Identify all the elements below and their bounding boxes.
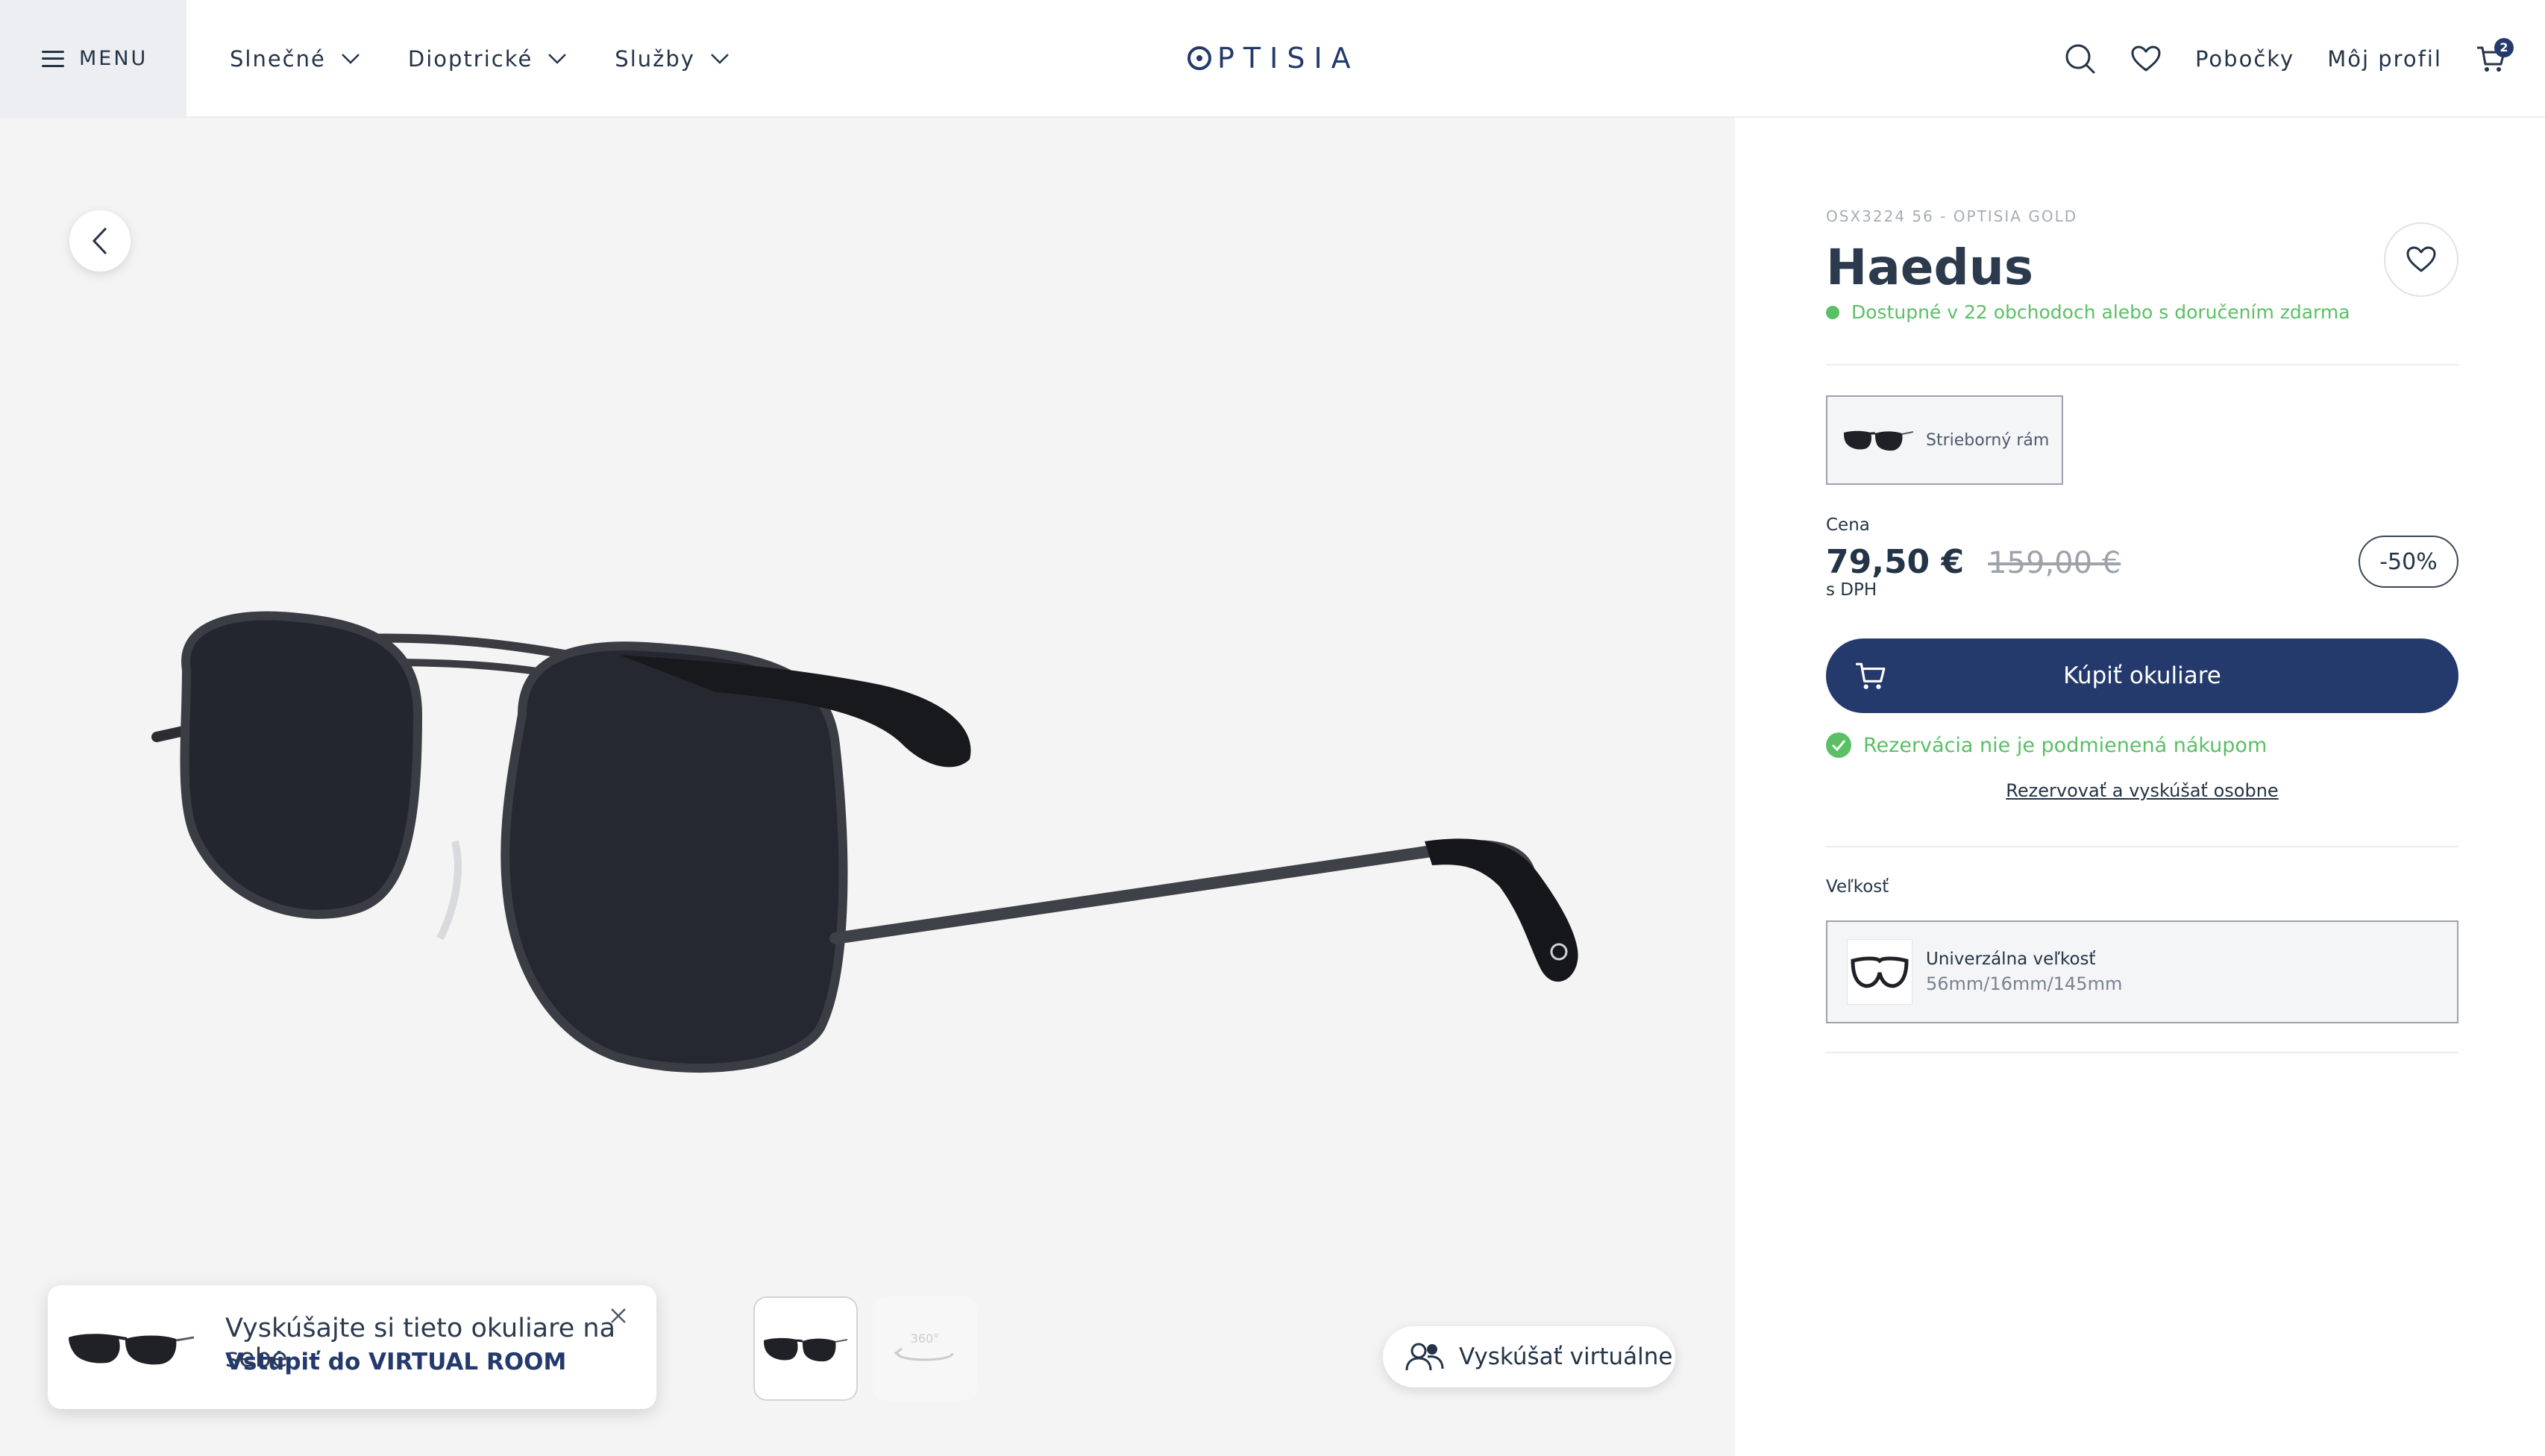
- people-icon: [1405, 1343, 1444, 1371]
- nav-item-slnecne[interactable]: Slnečné: [230, 46, 360, 72]
- nav-label: Služby: [615, 46, 695, 72]
- nav-item-sluzby[interactable]: Služby: [615, 46, 729, 72]
- add-to-wishlist-button[interactable]: [2384, 222, 2458, 297]
- search-icon: [2065, 44, 2095, 73]
- site-header: MENU Slnečné Dioptrické Služby PTISIA Po…: [0, 0, 2545, 118]
- chevron-down-icon: [711, 53, 729, 64]
- profile-link[interactable]: Môj profil: [2327, 46, 2442, 72]
- current-price: 79,50 €: [1826, 543, 1965, 581]
- product-details-panel: OSX3224 56 - OPTISIA GOLD Haedus Dostupn…: [1735, 118, 2545, 1456]
- glasses-thumbnail: [69, 1334, 195, 1365]
- color-variant-option[interactable]: Strieborný rám: [1826, 395, 2063, 485]
- chevron-down-icon: [341, 53, 360, 64]
- divider: [1826, 1052, 2458, 1053]
- divider: [1826, 846, 2458, 847]
- availability-text: Dostupné v 22 obchodoch alebo s doručení…: [1851, 301, 2350, 323]
- gallery-thumbnails: 360°: [753, 1296, 977, 1401]
- nav-label: Dioptrické: [407, 46, 533, 72]
- buy-button-label: Kúpiť okuliare: [2063, 662, 2221, 689]
- rotate-360-icon: 360°: [894, 1331, 954, 1361]
- heart-icon: [2131, 46, 2161, 71]
- original-price: 159,00 €: [1988, 546, 2121, 580]
- chevron-left-icon: [92, 227, 107, 255]
- search-button[interactable]: [2064, 43, 2097, 75]
- availability-dot-icon: [1826, 305, 1839, 319]
- availability-status: Dostupné v 22 obchodoch alebo s doručení…: [1826, 301, 2350, 323]
- logo-o-mark: [1187, 46, 1211, 70]
- branches-link[interactable]: Pobočky: [2195, 46, 2294, 72]
- price-label: Cena: [1826, 515, 1870, 535]
- product-gallery: Vyskúšajte si tieto okuliare na sebe Vst…: [0, 118, 1735, 1456]
- hamburger-icon: [42, 50, 64, 67]
- thumbnail-360[interactable]: 360°: [873, 1296, 977, 1401]
- nav-item-dioptricke[interactable]: Dioptrické: [408, 46, 567, 72]
- main-nav: Slnečné Dioptrické Služby: [230, 0, 729, 117]
- close-icon: [611, 1308, 626, 1323]
- buy-button[interactable]: Kúpiť okuliare: [1826, 638, 2458, 713]
- product-title: Haedus: [1826, 239, 2034, 296]
- virtual-room-link[interactable]: Vstúpiť do VIRTUAL ROOM: [225, 1349, 566, 1375]
- virtual-room-popup: Vyskúšajte si tieto okuliare na sebe Vst…: [48, 1285, 656, 1409]
- wishlist-button[interactable]: [2130, 43, 2162, 75]
- product-sku: OSX3224 56 - OPTISIA GOLD: [1826, 207, 2078, 225]
- size-name: Univerzálna veľkosť: [1926, 950, 2096, 969]
- cart-icon: [1856, 662, 1886, 689]
- nav-label: Slnečné: [230, 46, 326, 72]
- discount-badge: -50%: [2359, 536, 2458, 588]
- size-option[interactable]: Univerzálna veľkosť 56mm/16mm/145mm: [1826, 920, 2458, 1023]
- cart-count-badge: 2: [2494, 37, 2514, 57]
- menu-label: MENU: [79, 47, 148, 70]
- reservation-note: Rezervácia nie je podmienená nákupom: [1826, 732, 2267, 758]
- divider: [1826, 364, 2458, 365]
- chevron-down-icon: [548, 53, 567, 64]
- popup-close-button[interactable]: [606, 1303, 631, 1328]
- variant-label: Strieborný rám: [1926, 430, 2050, 450]
- menu-button[interactable]: MENU: [0, 0, 186, 117]
- gallery-prev-button[interactable]: [69, 210, 131, 272]
- check-icon: [1826, 732, 1851, 758]
- rotate-360-label: 360°: [911, 1331, 940, 1346]
- vat-note: s DPH: [1826, 580, 1877, 600]
- optisia-logo[interactable]: PTISIA: [1187, 39, 1360, 78]
- product-image: [151, 611, 1578, 1073]
- cart-button[interactable]: 2: [2475, 37, 2514, 75]
- glasses-thumbnail: [764, 1337, 848, 1362]
- price-row: 79,50 € 159,00 €: [1826, 543, 2121, 581]
- size-label: Veľkosť: [1826, 877, 1889, 897]
- reserve-in-store-link[interactable]: Rezervovať a vyskúšať osobne: [1826, 780, 2458, 801]
- reservation-note-text: Rezervácia nie je podmienená nákupom: [1863, 733, 2268, 757]
- frame-size-icon: [1847, 939, 1912, 1005]
- glasses-thumbnail: [1844, 430, 1914, 451]
- header-actions: Pobočky Môj profil 2: [2064, 0, 2514, 117]
- heart-icon: [2406, 246, 2436, 272]
- logo-text: PTISIA: [1217, 42, 1360, 75]
- size-dimensions: 56mm/16mm/145mm: [1926, 973, 2123, 994]
- size-text: Univerzálna veľkosť 56mm/16mm/145mm: [1926, 950, 2122, 994]
- try-virtually-button[interactable]: Vyskúšať virtuálne: [1383, 1326, 1675, 1387]
- thumbnail-front[interactable]: [753, 1296, 858, 1401]
- try-virtually-label: Vyskúšať virtuálne: [1459, 1343, 1673, 1370]
